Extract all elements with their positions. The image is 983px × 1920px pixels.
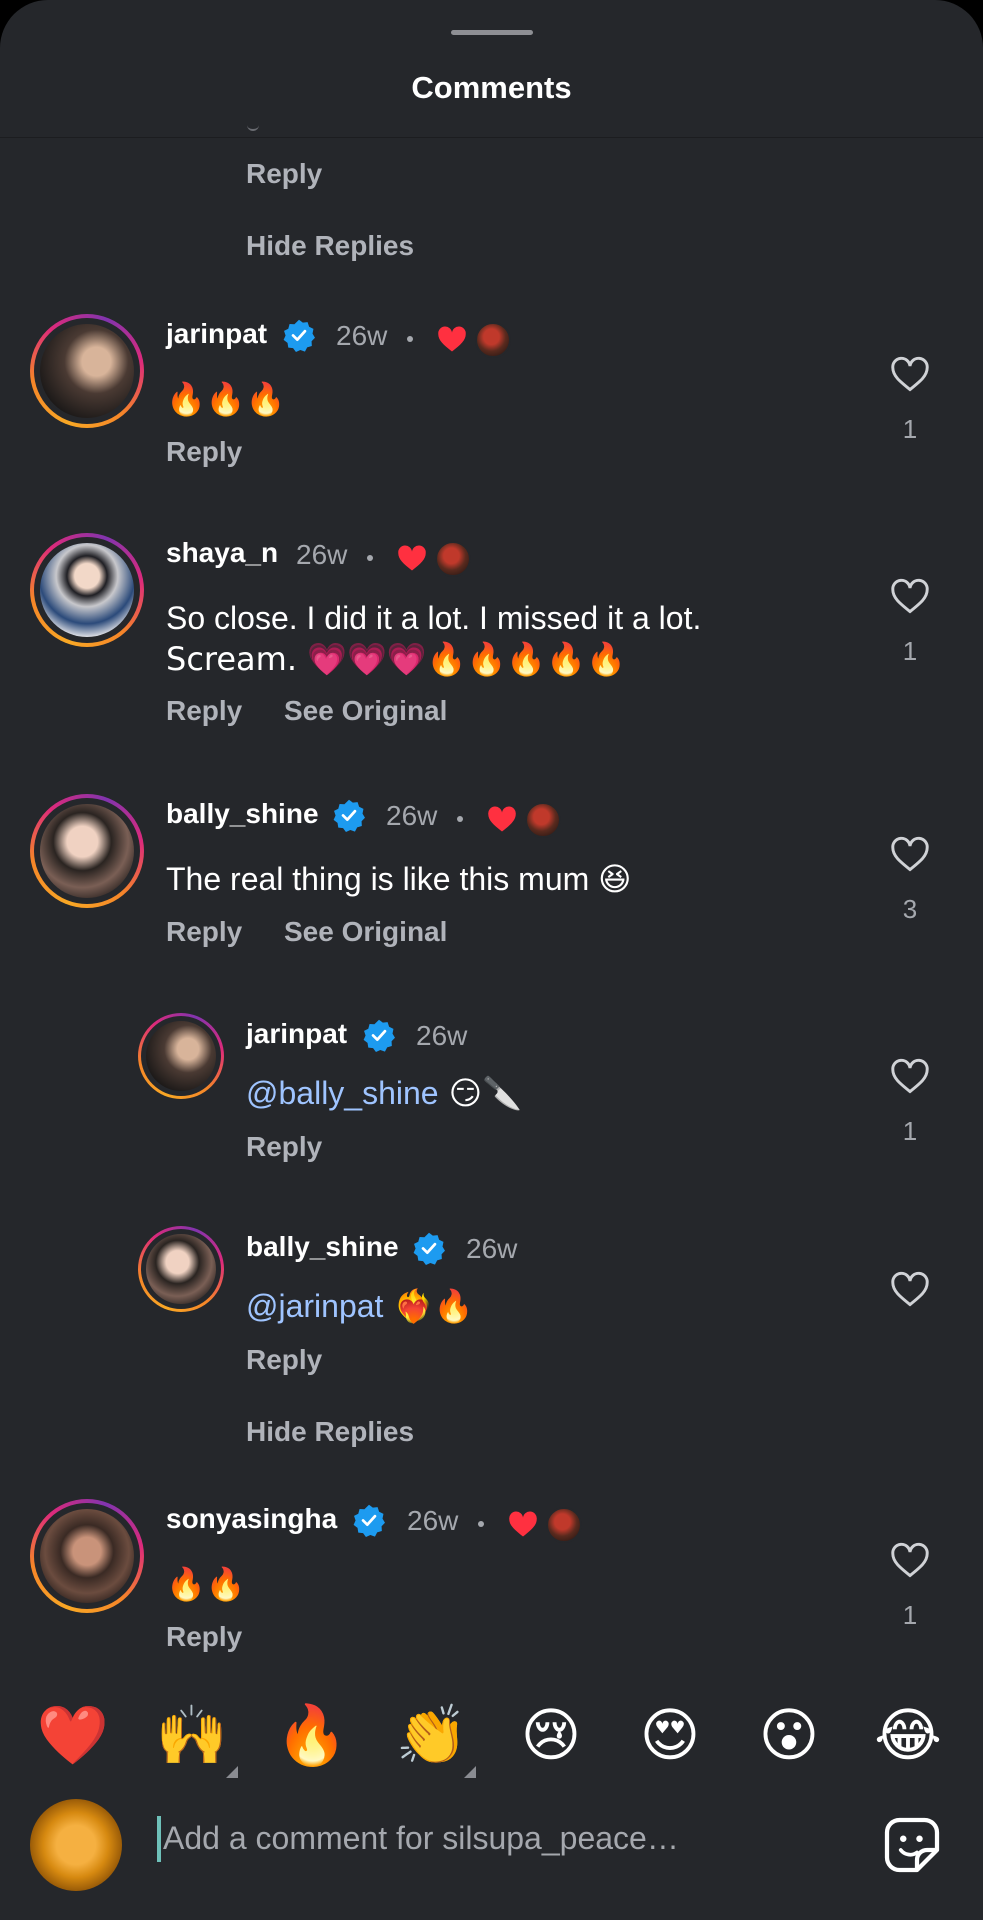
mention-link[interactable]: @bally_shine bbox=[246, 1075, 439, 1111]
like-heart-icon[interactable] bbox=[890, 578, 930, 614]
reply-text: @bally_shine 😏🔪 bbox=[246, 1072, 522, 1114]
clipped-text-fragment bbox=[247, 123, 259, 131]
like-heart-icon[interactable] bbox=[890, 836, 930, 872]
reply-button[interactable]: Reply bbox=[166, 916, 242, 948]
creator-avatar bbox=[546, 1507, 582, 1543]
see-original-button[interactable]: See Original bbox=[284, 695, 447, 727]
like-heart-icon[interactable] bbox=[890, 356, 930, 392]
reply-username[interactable]: jarinpat bbox=[246, 1018, 347, 1050]
creator-avatar bbox=[435, 541, 471, 577]
comment-username[interactable]: sonyasingha bbox=[166, 1503, 337, 1535]
separator-dot bbox=[478, 1521, 484, 1527]
reply-text-body: 😏🔪 bbox=[438, 1074, 522, 1112]
reply-button[interactable]: Reply bbox=[246, 1131, 322, 1163]
reply-button[interactable]: Reply bbox=[166, 1621, 242, 1653]
like-count: 1 bbox=[902, 636, 918, 666]
reaction-laughing[interactable]: 😂 bbox=[868, 1700, 948, 1770]
reaction-heart-eyes[interactable]: 😍 bbox=[630, 1700, 710, 1770]
divider bbox=[0, 137, 983, 138]
hide-replies-button[interactable]: Hide Replies bbox=[246, 230, 414, 262]
reply-text-body: ❤️‍🔥🔥 bbox=[383, 1287, 474, 1325]
verified-badge-icon bbox=[333, 799, 365, 832]
like-heart-icon[interactable] bbox=[890, 1271, 930, 1307]
comment-time: 26w bbox=[336, 320, 388, 351]
comment-text: 🔥🔥 bbox=[166, 1565, 246, 1603]
reaction-heart[interactable]: ❤️ bbox=[33, 1700, 113, 1770]
current-user-avatar bbox=[30, 1799, 122, 1891]
comment-username[interactable]: jarinpat bbox=[166, 318, 267, 350]
reaction-surprised[interactable]: 😮 bbox=[749, 1700, 829, 1770]
comment-username[interactable]: bally_shine bbox=[166, 798, 319, 830]
verified-badge-icon bbox=[283, 319, 315, 352]
reaction-crying[interactable]: 😢 bbox=[511, 1700, 591, 1770]
avatar[interactable] bbox=[30, 1499, 144, 1613]
reply-button[interactable]: Reply bbox=[166, 436, 242, 468]
comment-text: 🔥🔥🔥 bbox=[166, 380, 286, 418]
verified-badge-icon bbox=[413, 1232, 445, 1265]
avatar[interactable] bbox=[30, 794, 144, 908]
creator-liked-heart-icon bbox=[398, 545, 426, 571]
reaction-fire[interactable]: 🔥 bbox=[272, 1700, 352, 1770]
comment-text-line: Scream. 💗💗💗🔥🔥🔥🔥🔥 bbox=[166, 640, 626, 678]
reply-time: 26w bbox=[416, 1020, 468, 1051]
comment-username[interactable]: shaya_n bbox=[166, 537, 278, 569]
comments-sheet: Comments Reply Hide Replies jarinpat 26w… bbox=[0, 0, 983, 1920]
verified-badge-icon bbox=[353, 1504, 385, 1537]
avatar[interactable] bbox=[30, 314, 144, 428]
like-count: 3 bbox=[902, 894, 918, 924]
creator-liked-heart-icon bbox=[488, 806, 516, 832]
skin-tone-indicator bbox=[464, 1766, 476, 1778]
like-count: 1 bbox=[902, 1116, 918, 1146]
sticker-icon[interactable] bbox=[882, 1815, 942, 1875]
reply-username[interactable]: bally_shine bbox=[246, 1231, 399, 1263]
like-count: 1 bbox=[902, 414, 918, 444]
separator-dot bbox=[407, 336, 413, 342]
avatar[interactable] bbox=[138, 1013, 224, 1099]
comment-time: 26w bbox=[407, 1505, 459, 1536]
like-count: 1 bbox=[902, 1600, 918, 1630]
comment-time: 26w bbox=[296, 539, 348, 570]
avatar[interactable] bbox=[30, 533, 144, 647]
separator-dot bbox=[367, 555, 373, 561]
reply-time: 26w bbox=[466, 1233, 518, 1264]
see-original-button[interactable]: See Original bbox=[284, 916, 447, 948]
comment-input[interactable]: Add a comment for silsupa_peace… bbox=[163, 1820, 679, 1857]
like-heart-icon[interactable] bbox=[890, 1542, 930, 1578]
reply-text: @jarinpat ❤️‍🔥🔥 bbox=[246, 1285, 473, 1327]
hide-replies-button[interactable]: Hide Replies bbox=[246, 1416, 414, 1448]
creator-liked-heart-icon bbox=[509, 1511, 537, 1537]
comment-text-line: So close. I did it a lot. I missed it a … bbox=[166, 600, 702, 636]
reaction-raising-hands[interactable]: 🙌 bbox=[152, 1700, 232, 1770]
creator-avatar bbox=[475, 322, 511, 358]
text-cursor bbox=[157, 1816, 161, 1862]
reply-button[interactable]: Reply bbox=[246, 158, 322, 190]
skin-tone-indicator bbox=[226, 1766, 238, 1778]
drag-handle[interactable] bbox=[451, 30, 533, 35]
comment-text: The real thing is like this mum 😆 bbox=[166, 861, 632, 897]
like-heart-icon[interactable] bbox=[890, 1058, 930, 1094]
sheet-title: Comments bbox=[411, 70, 572, 105]
verified-badge-icon bbox=[363, 1019, 395, 1052]
avatar[interactable] bbox=[138, 1226, 224, 1312]
comment-time: 26w bbox=[386, 800, 438, 831]
separator-dot bbox=[457, 816, 463, 822]
creator-liked-heart-icon bbox=[438, 326, 466, 352]
mention-link[interactable]: @jarinpat bbox=[246, 1288, 383, 1324]
reply-button[interactable]: Reply bbox=[166, 695, 242, 727]
creator-avatar bbox=[525, 802, 561, 838]
reply-button[interactable]: Reply bbox=[246, 1344, 322, 1376]
reaction-clapping[interactable]: 👏 bbox=[392, 1700, 472, 1770]
